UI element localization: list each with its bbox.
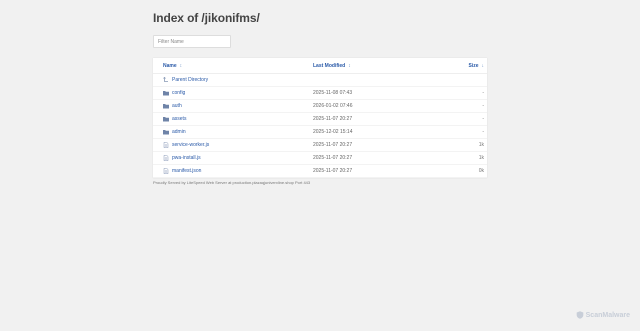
entry-modified: 2025-11-07 20:27	[313, 142, 353, 148]
page-title: Index of /jikonifms/	[153, 11, 260, 25]
parent-directory-link[interactable]: Parent Directory	[172, 77, 208, 83]
entry-modified: 2025-11-07 20:27	[313, 155, 353, 161]
scanmalware-watermark: ScanMalware	[576, 311, 630, 319]
file-row: pwa-install.js 2025-11-07 20:27 1k	[153, 152, 487, 165]
entry-link[interactable]: assets	[172, 116, 186, 122]
entry-modified: 2025-11-07 20:27	[313, 168, 353, 174]
file-icon	[163, 155, 169, 161]
entry-link[interactable]: manifest.json	[172, 168, 201, 174]
folder-row: admin 2025-12-02 15:14 -	[153, 126, 487, 139]
folder-icon	[163, 104, 169, 109]
folder-row: auth 2026-01-02 07:46 -	[153, 100, 487, 113]
sort-icon: ↓	[481, 63, 485, 69]
filter-name-input[interactable]	[153, 35, 231, 48]
folder-icon	[163, 91, 169, 96]
entry-link[interactable]: auth	[172, 103, 182, 109]
sort-by-size-link[interactable]: Size ↓	[468, 63, 484, 69]
entry-modified: 2025-11-07 20:27	[313, 116, 353, 122]
folder-row: assets 2025-11-07 20:27 -	[153, 113, 487, 126]
sort-icon: ↕	[179, 63, 183, 69]
folder-icon	[163, 117, 169, 122]
file-row: manifest.json 2025-11-07 20:27 0k	[153, 165, 487, 178]
file-row: service-worker.js 2025-11-07 20:27 1k	[153, 139, 487, 152]
entry-link[interactable]: admin	[172, 129, 186, 135]
entry-modified: 2025-11-08 07:43	[313, 90, 353, 96]
folder-row: config 2025-11-08 07:43 -	[153, 87, 487, 100]
entry-size: 1k	[478, 142, 484, 148]
file-icon	[163, 168, 169, 174]
entry-modified: 2025-12-02 15:14	[313, 129, 353, 135]
up-arrow-icon	[163, 77, 168, 82]
entry-link[interactable]: service-worker.js	[172, 142, 209, 148]
table-header: Name ↕ Last Modified ↕ Size ↓	[153, 58, 487, 74]
entry-link[interactable]: config	[172, 90, 185, 96]
entry-modified: 2026-01-02 07:46	[313, 103, 353, 109]
sort-icon: ↕	[348, 63, 351, 69]
file-icon	[163, 142, 169, 148]
sort-by-name-link[interactable]: Name ↕	[163, 63, 182, 69]
entry-size: -	[482, 103, 484, 109]
sort-by-modified-link[interactable]: Last Modified ↕	[313, 63, 351, 69]
entry-size: -	[482, 129, 484, 135]
parent-directory-row: Parent Directory	[153, 74, 487, 87]
folder-icon	[163, 130, 169, 135]
entry-link[interactable]: pwa-install.js	[172, 155, 201, 161]
entry-size: -	[482, 116, 484, 122]
shield-icon	[576, 311, 583, 319]
server-footer: Proudly Served by LiteSpeed Web Server a…	[153, 180, 311, 185]
entry-size: 1k	[478, 155, 484, 161]
entry-size: 0k	[478, 168, 484, 174]
entry-size: -	[482, 90, 484, 96]
file-table: Name ↕ Last Modified ↕ Size ↓ Parent Direct…	[153, 58, 487, 178]
